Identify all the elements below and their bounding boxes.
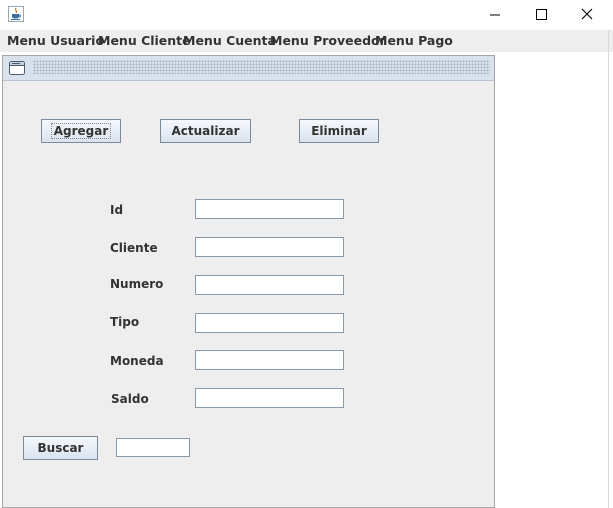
minimize-button[interactable] — [472, 0, 518, 30]
close-icon — [581, 8, 593, 20]
internal-frame: Agregar Actualizar Eliminar Id Cliente N… — [2, 55, 495, 508]
cliente-field[interactable] — [195, 237, 344, 257]
moneda-label: Moneda — [110, 354, 164, 368]
tipo-field[interactable] — [195, 313, 344, 333]
window-titlebar — [0, 0, 613, 30]
menu-pago[interactable]: Menu Pago — [375, 33, 453, 48]
title-drag-pattern — [33, 60, 490, 74]
menu-proveedor[interactable]: Menu Proveedor — [270, 33, 386, 48]
cliente-label: Cliente — [110, 241, 158, 255]
tipo-label: Tipo — [110, 315, 140, 329]
internal-frame-titlebar[interactable] — [3, 56, 494, 81]
saldo-field[interactable] — [195, 388, 344, 408]
menu-usuario[interactable]: Menu Usuario — [7, 33, 104, 48]
buscar-button-label: Buscar — [37, 441, 84, 455]
buscar-field[interactable] — [116, 438, 190, 457]
window-right-border — [608, 30, 609, 508]
maximize-button[interactable] — [518, 0, 564, 30]
eliminar-button[interactable]: Eliminar — [299, 119, 379, 143]
moneda-field[interactable] — [195, 350, 344, 370]
eliminar-button-label: Eliminar — [311, 124, 367, 138]
java-cup-icon — [8, 6, 24, 22]
actualizar-button[interactable]: Actualizar — [160, 119, 251, 143]
id-field[interactable] — [195, 199, 344, 219]
saldo-label: Saldo — [111, 392, 149, 406]
maximize-icon — [536, 9, 547, 20]
close-button[interactable] — [564, 0, 610, 30]
frame-window-icon — [9, 61, 25, 75]
minimize-icon — [490, 14, 500, 16]
id-label: Id — [110, 203, 124, 217]
menu-bar: Menu Usuario Menu Cliente Menu Cuenta Me… — [0, 30, 613, 52]
agregar-button[interactable]: Agregar — [41, 119, 121, 143]
menu-cliente[interactable]: Menu Cliente — [98, 33, 191, 48]
numero-label: Numero — [110, 277, 164, 291]
numero-field[interactable] — [195, 275, 344, 295]
agregar-button-label: Agregar — [50, 123, 112, 139]
menu-cuenta[interactable]: Menu Cuenta — [183, 33, 276, 48]
actualizar-button-label: Actualizar — [171, 124, 240, 138]
buscar-button[interactable]: Buscar — [23, 436, 98, 460]
